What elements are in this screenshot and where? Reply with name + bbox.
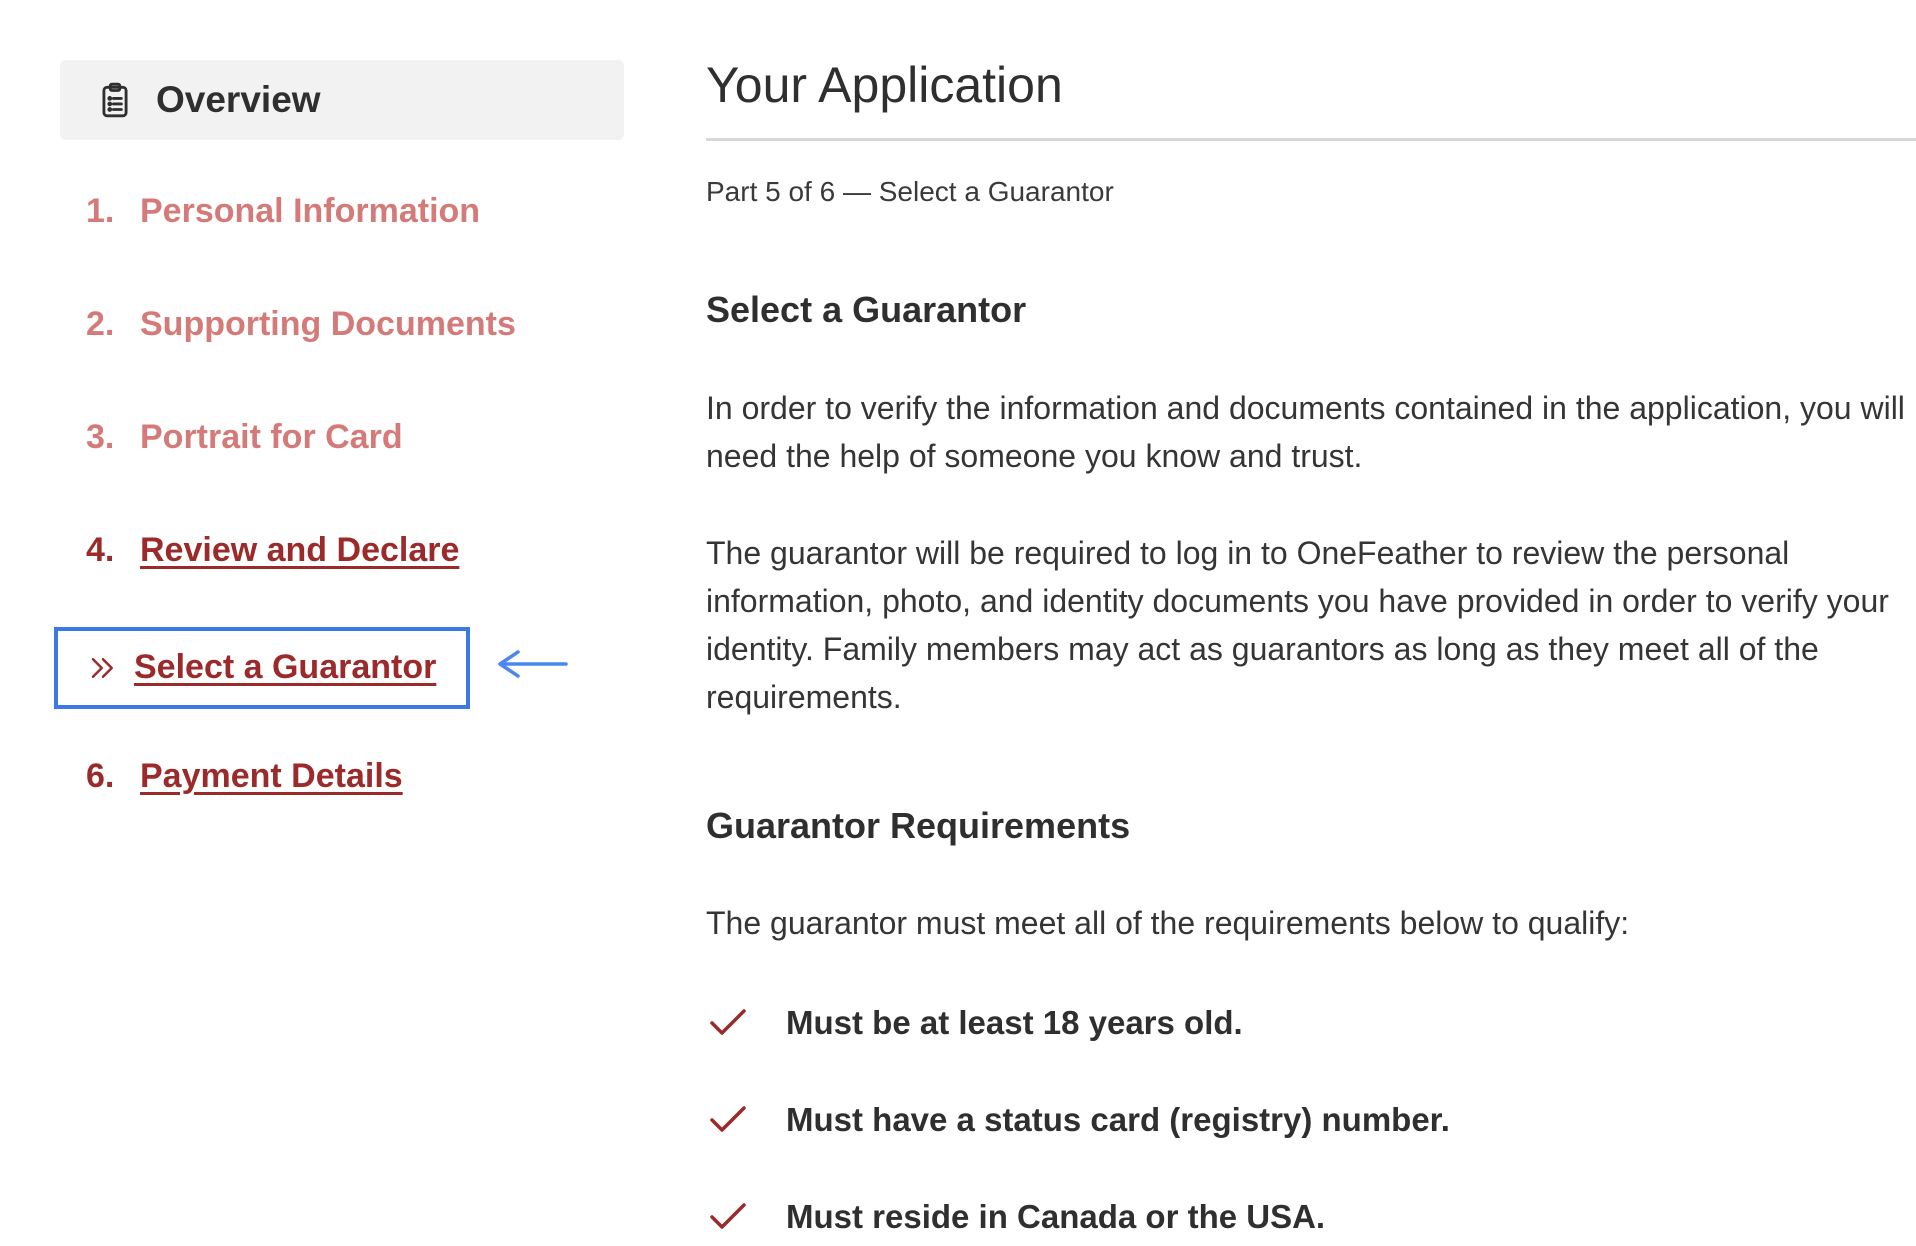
step-label: Portrait for Card <box>140 418 403 456</box>
progress-indicator: Part 5 of 6 — Select a Guarantor <box>706 176 1114 207</box>
section-heading-select-guarantor: Select a Guarantor <box>706 289 1027 330</box>
step-link-review-and-declare[interactable]: Review and Declare <box>140 531 459 570</box>
application-sidebar: Overview 1. Personal Information 2. Supp… <box>54 60 624 795</box>
section-heading-requirements: Guarantor Requirements <box>706 805 1131 846</box>
step-payment-details[interactable]: 6. Payment Details <box>86 757 403 796</box>
guarantor-intro-paragraph: In order to verify the information and d… <box>706 390 1905 474</box>
step-label: Supporting Documents <box>140 305 516 343</box>
step-select-a-guarantor[interactable]: Select a Guarantor <box>88 648 436 687</box>
requirement-item: Must have a status card (registry) numbe… <box>706 1101 1450 1139</box>
step-number: 3. <box>86 418 115 456</box>
step-portrait-for-card: 3. Portrait for Card <box>86 418 403 457</box>
double-chevron-right-icon <box>88 653 118 683</box>
clipboard-list-icon <box>96 81 134 119</box>
step-number: 1. <box>86 192 115 230</box>
requirements-intro: The guarantor must meet all of the requi… <box>706 905 1630 941</box>
overview-link[interactable]: Overview <box>60 60 624 140</box>
guarantor-description-paragraph: The guarantor will be required to log in… <box>706 535 1889 715</box>
step-number: 6. <box>86 757 115 795</box>
overview-label: Overview <box>156 79 321 120</box>
step-label: Personal Information <box>140 192 481 230</box>
page-title: Your Application <box>706 57 1063 113</box>
checkmark-icon <box>706 1102 750 1138</box>
step-number: 4. <box>86 531 115 569</box>
step-number: 2. <box>86 305 115 343</box>
step-review-and-declare[interactable]: 4. Review and Declare <box>86 531 459 570</box>
main-content: Your Application Part 5 of 6 — Select a … <box>706 56 1916 1235</box>
requirement-text: Must be at least 18 years old. <box>786 1004 1243 1041</box>
requirement-text: Must have a status card (registry) numbe… <box>786 1101 1450 1138</box>
step-link-payment-details[interactable]: Payment Details <box>140 757 403 796</box>
checkmark-icon <box>706 1005 750 1041</box>
step-supporting-documents: 2. Supporting Documents <box>86 305 516 344</box>
step-link-select-a-guarantor[interactable]: Select a Guarantor <box>134 648 436 687</box>
arrow-left-icon <box>498 650 568 678</box>
title-divider <box>706 138 1916 141</box>
requirement-text: Must reside in Canada or the USA. <box>786 1198 1326 1235</box>
requirement-item: Must be at least 18 years old. <box>706 1004 1243 1042</box>
application-page: Overview 1. Personal Information 2. Supp… <box>0 0 1916 1246</box>
step-personal-information: 1. Personal Information <box>86 192 480 231</box>
requirement-item: Must reside in Canada or the USA. <box>706 1198 1325 1236</box>
checkmark-icon <box>706 1199 750 1235</box>
